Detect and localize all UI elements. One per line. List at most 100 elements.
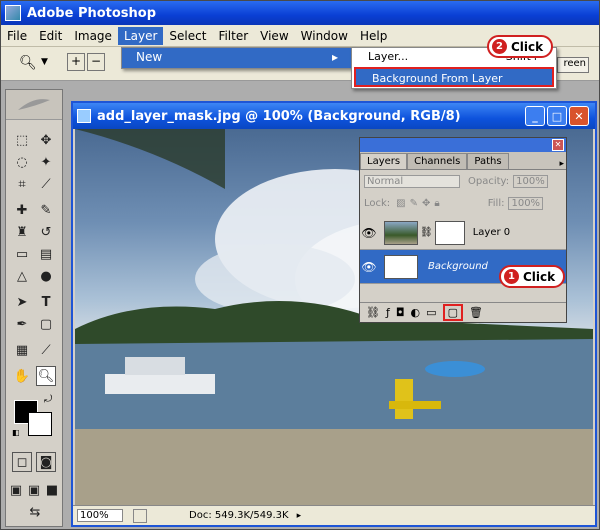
lock-pixels-icon[interactable]: ✎ (410, 198, 418, 209)
zoom-tool-icon[interactable]: 🔍︎ (19, 55, 37, 71)
document-title: add_layer_mask.jpg @ 100% (Background, R… (97, 108, 461, 124)
callout-text: Click (511, 39, 544, 54)
menu-item-background-from-layer[interactable]: Background From Layer (354, 67, 554, 87)
tab-paths[interactable]: Paths (467, 153, 509, 169)
menu-item-new[interactable]: New ▸ (122, 48, 352, 68)
menu-view[interactable]: View (254, 27, 294, 45)
layer-thumbnail (384, 254, 418, 279)
link-layers-icon[interactable]: ⛓︎ (366, 306, 380, 319)
swap-colors-icon[interactable]: ⤾ (44, 394, 52, 405)
lock-row: Lock: ▨ ✎ ✥ 🔒︎ Fill: 100% (360, 192, 566, 214)
tab-layers[interactable]: Layers (360, 153, 408, 169)
menu-filter[interactable]: Filter (212, 27, 254, 45)
lock-label: Lock: (364, 197, 391, 209)
panel-titlebar: ✕ (360, 138, 566, 152)
panel-close-icon[interactable]: ✕ (552, 139, 564, 151)
maximize-icon[interactable]: □ (547, 106, 567, 126)
menu-window[interactable]: Window (295, 27, 354, 45)
visibility-eye-icon[interactable]: 👁︎ (360, 226, 378, 240)
layers-panel: ✕ Layers Channels Paths ▸ Normal Opacity… (359, 137, 567, 323)
opacity-field[interactable]: 100% (513, 174, 548, 188)
layer-mask-thumbnail[interactable] (434, 220, 465, 245)
move-tool-icon[interactable]: ✥ (36, 130, 56, 150)
screen-mode-full-menu-icon[interactable]: ▣ (26, 480, 42, 500)
notes-tool-icon[interactable]: ▦ (12, 340, 32, 360)
delete-layer-icon[interactable]: 🗑︎ (469, 306, 483, 319)
lasso-tool-icon[interactable]: ◌ (12, 152, 32, 172)
menu-item-layer-label: Layer... (368, 50, 409, 63)
menu-item-new-label: New (136, 50, 163, 64)
panel-footer: ⛓︎ ƒ ◘ ◐ ▭ ▢ 🗑︎ (360, 302, 566, 322)
zoom-out-icon[interactable]: − (87, 53, 105, 71)
status-info-icon[interactable] (133, 508, 147, 523)
pen-tool-icon[interactable]: ✒ (12, 314, 32, 334)
blend-mode-select[interactable]: Normal (364, 174, 460, 188)
shape-tool-icon[interactable]: ▢ (36, 314, 56, 334)
background-color-swatch[interactable] (28, 412, 52, 436)
layer-style-icon[interactable]: ƒ (386, 306, 390, 319)
menu-file[interactable]: File (1, 27, 33, 45)
lock-transparency-icon[interactable]: ▨ (396, 198, 405, 209)
new-group-icon[interactable]: ▭ (426, 306, 436, 319)
status-bar: 100% Doc: 549.3K/549.3K ▸ (73, 505, 595, 525)
layer-row[interactable]: 👁︎ ⛓︎ Layer 0 (360, 216, 566, 250)
doc-size: Doc: 549.3K/549.3K (189, 510, 289, 521)
callout-number: 2 (492, 39, 507, 54)
marquee-tool-icon[interactable]: ⬚ (12, 130, 32, 150)
dropdown-arrow-icon[interactable]: ▼ (41, 57, 48, 67)
lock-position-icon[interactable]: ✥ (422, 198, 430, 209)
dodge-tool-icon[interactable]: ● (36, 266, 56, 286)
screen-mode-standard-icon[interactable]: ▣ (8, 480, 24, 500)
gradient-tool-icon[interactable]: ▤ (36, 244, 56, 264)
status-menu-arrow-icon[interactable]: ▸ (297, 511, 302, 521)
tab-channels[interactable]: Channels (407, 153, 468, 169)
blur-tool-icon[interactable]: △ (12, 266, 32, 286)
close-icon[interactable]: ✕ (569, 106, 589, 126)
eyedropper-icon[interactable]: ⟋ (36, 340, 56, 360)
fit-screen-button[interactable]: reen (557, 57, 589, 73)
history-brush-icon[interactable]: ↺ (36, 222, 56, 242)
click-callout: 1 Click (499, 265, 566, 288)
panel-menu-icon[interactable]: ▸ (559, 159, 564, 169)
crop-tool-icon[interactable]: ⌗ (12, 174, 32, 194)
eraser-tool-icon[interactable]: ▭ (12, 244, 32, 264)
layer-link-icon[interactable]: ⛓︎ (420, 227, 433, 238)
screen-mode-full-icon[interactable]: ■ (44, 480, 60, 500)
add-mask-icon[interactable]: ◘ (396, 306, 405, 319)
menu-image[interactable]: Image (68, 27, 118, 45)
document-icon (77, 109, 91, 123)
layer-name: Layer 0 (472, 227, 511, 238)
quick-mask-icon[interactable]: ◙ (36, 452, 56, 472)
standard-mode-icon[interactable]: ◻ (12, 452, 32, 472)
path-select-icon[interactable]: ➤ (12, 292, 32, 312)
photoshop-window: Adobe Photoshop File Edit Image Layer Se… (0, 0, 600, 530)
new-layer-icon[interactable]: ▢ (442, 304, 463, 321)
menu-item-background-label: Background From Layer (372, 72, 503, 85)
menu-edit[interactable]: Edit (33, 27, 68, 45)
magic-wand-icon[interactable]: ✦ (36, 152, 56, 172)
callout-text: Click (523, 269, 556, 284)
zoom-level[interactable]: 100% (77, 509, 123, 522)
panel-tabs: Layers Channels Paths ▸ (360, 152, 566, 170)
menu-layer[interactable]: Layer (117, 26, 164, 45)
minimize-icon[interactable]: _ (525, 106, 545, 126)
app-title: Adobe Photoshop (27, 5, 157, 21)
callout-number: 1 (504, 269, 519, 284)
default-colors-icon[interactable]: ◧ (12, 428, 20, 437)
visibility-eye-icon[interactable]: 👁︎ (360, 260, 378, 274)
healing-brush-icon[interactable]: ✚ (12, 200, 32, 220)
menu-help[interactable]: Help (354, 27, 393, 45)
adjustment-layer-icon[interactable]: ◐ (411, 306, 421, 319)
zoom-tool-icon[interactable]: 🔍︎ (36, 366, 56, 386)
slice-tool-icon[interactable]: ⟋ (36, 174, 56, 194)
brush-tool-icon[interactable]: ✎ (36, 200, 56, 220)
lock-all-icon[interactable]: 🔒︎ (434, 198, 439, 209)
zoom-in-icon[interactable]: + (67, 53, 85, 71)
type-tool-icon[interactable]: T (36, 292, 56, 312)
jump-to-imageready-icon[interactable]: ⇆ (20, 502, 50, 522)
fill-field[interactable]: 100% (508, 196, 544, 210)
hand-tool-icon[interactable]: ✋ (12, 366, 32, 386)
clone-stamp-icon[interactable]: ♜ (12, 222, 32, 242)
menu-select[interactable]: Select (163, 27, 212, 45)
photoshop-icon (5, 5, 21, 21)
